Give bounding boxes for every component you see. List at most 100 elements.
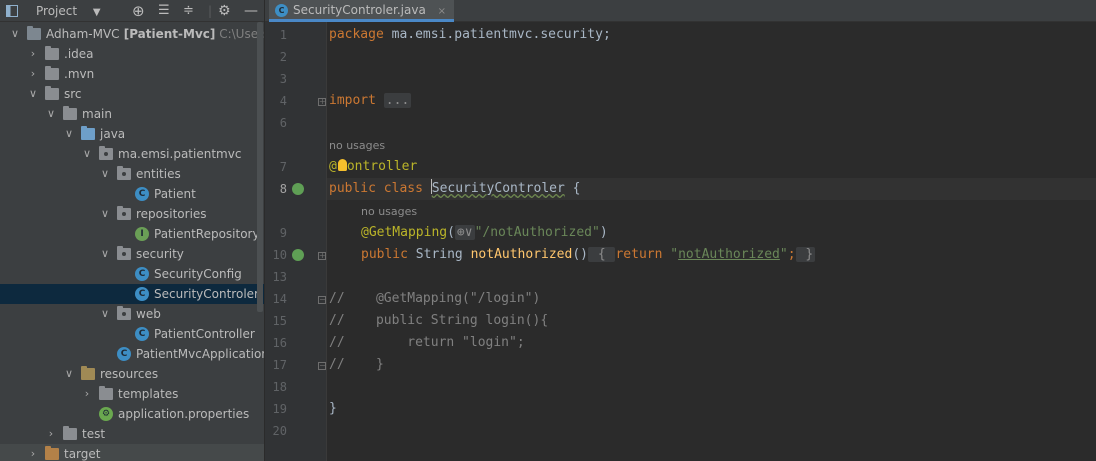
chevron-right-icon[interactable]: ›: [27, 44, 39, 64]
tree-item-label: SecurityConfig: [154, 264, 242, 284]
chevron-down-icon[interactable]: ∨: [99, 204, 111, 224]
code-editor[interactable]: package ma.emsi.patientmvc.security; imp…: [327, 22, 1096, 461]
tree-item-text: ma.emsi.patientmvc: [118, 147, 242, 161]
tree-item-text: PatientController: [154, 327, 255, 341]
hide-icon[interactable]: —: [244, 0, 258, 22]
gear-icon[interactable]: ⚙: [218, 0, 231, 22]
scrollbar[interactable]: [257, 22, 263, 312]
tree-item[interactable]: C Patient: [0, 184, 264, 204]
tree-item[interactable]: ∨ Adham-MVC [Patient-Mvc] C:\Users\as: [0, 24, 264, 44]
code-line-19: }: [329, 401, 337, 416]
tree-item[interactable]: ∨ ma.emsi.patientmvc: [0, 144, 264, 164]
chevron-right-icon[interactable]: ›: [27, 64, 39, 84]
usages-hint[interactable]: no usages: [329, 139, 385, 152]
lightbulb-icon[interactable]: [337, 159, 347, 171]
collapse-all-icon[interactable]: ≑: [183, 0, 194, 22]
chevron-down-icon[interactable]: ∨: [9, 24, 21, 44]
close-icon[interactable]: ×: [438, 6, 446, 17]
keyword: import: [329, 93, 376, 108]
tree-item[interactable]: › .mvn: [0, 64, 264, 84]
spring-boot-class-icon: C: [117, 347, 131, 361]
chevron-down-icon[interactable]: ∨: [99, 304, 111, 324]
tree-item-label: .mvn: [64, 64, 94, 84]
chevron-down-icon[interactable]: ∨: [63, 124, 75, 144]
tree-item-label: repositories: [136, 204, 207, 224]
tree-item[interactable]: ∨ resources: [0, 364, 264, 384]
tree-item[interactable]: › templates: [0, 384, 264, 404]
project-view-icon[interactable]: [6, 0, 18, 22]
tree-item[interactable]: C PatientMvcApplication: [0, 344, 264, 364]
folder-icon: [45, 46, 59, 60]
chevron-right-icon[interactable]: ›: [27, 444, 39, 461]
chevron-down-icon[interactable]: ∨: [99, 244, 111, 264]
fold-icon[interactable]: +: [318, 252, 326, 260]
module-name: [Patient-Mvc]: [119, 27, 216, 41]
code-line-4: import ...: [329, 90, 412, 112]
locate-icon[interactable]: ⊕: [132, 0, 145, 22]
tree-item[interactable]: ∨ web: [0, 304, 264, 324]
tree-item-text: resources: [100, 367, 159, 381]
class-icon: C: [135, 267, 149, 281]
line-number: 8: [279, 182, 287, 196]
code-line-15: // public String login(){: [329, 313, 549, 328]
tree-item[interactable]: ∨ java: [0, 124, 264, 144]
project-tool-window: Project ▼ ⊕ ☰ ≑ | ⚙ — ∨ Adham-MVC [Patien…: [0, 0, 264, 461]
code-line-14: // @GetMapping("/login"): [329, 291, 541, 306]
keyword: package: [329, 27, 384, 42]
tree-item[interactable]: › target: [0, 444, 264, 461]
tree-item-text: java: [100, 127, 126, 141]
spring-bean-icon[interactable]: [292, 183, 304, 195]
tree-item[interactable]: ⚙ application.properties: [0, 404, 264, 424]
project-view-selector[interactable]: Project ▼: [24, 0, 101, 22]
line-number: 18: [272, 380, 287, 394]
tree-item[interactable]: C SecurityControler: [0, 284, 264, 304]
tab-securitycontroler[interactable]: C SecurityControler.java ×: [269, 0, 455, 22]
tree-item[interactable]: ∨ security: [0, 244, 264, 264]
folded-body-open[interactable]: {: [588, 247, 616, 262]
tree-item[interactable]: I PatientRepository: [0, 224, 264, 244]
line-number: 17: [272, 358, 287, 372]
keyword: public: [361, 247, 416, 262]
chevron-right-icon[interactable]: ›: [45, 424, 57, 444]
line-number: 3: [279, 72, 287, 86]
type-name: String: [415, 247, 471, 262]
usages-hint[interactable]: no usages: [361, 205, 417, 218]
folded-imports[interactable]: ...: [383, 93, 412, 108]
tree-item-label: entities: [136, 164, 181, 184]
folded-body-close[interactable]: }: [795, 247, 816, 262]
tree-item[interactable]: › .idea: [0, 44, 264, 64]
properties-icon: ⚙: [99, 407, 113, 421]
tree-item-text: test: [82, 427, 106, 441]
tree-item-label: target: [64, 444, 101, 461]
package-icon: [117, 206, 131, 220]
fold-icon[interactable]: +: [318, 98, 326, 106]
line-number: 7: [279, 160, 287, 174]
spring-mapping-icon[interactable]: [292, 249, 304, 261]
globe-icon[interactable]: ⊕∨: [454, 225, 475, 240]
tree-item[interactable]: › test: [0, 424, 264, 444]
code-line-8: public class SecurityControler {: [329, 178, 580, 200]
fold-icon[interactable]: −: [318, 362, 326, 370]
tree-item[interactable]: ∨ repositories: [0, 204, 264, 224]
chevron-down-icon[interactable]: ∨: [99, 164, 111, 184]
chevron-down-icon[interactable]: ∨: [27, 84, 39, 104]
fold-icon[interactable]: −: [318, 296, 326, 304]
tree-item[interactable]: C PatientController: [0, 324, 264, 344]
string-literal: notAuthorized: [678, 247, 780, 262]
class-icon: C: [135, 287, 149, 301]
chevron-down-icon[interactable]: ∨: [45, 104, 57, 124]
code-line-9: @GetMapping(⊕∨ "/notAuthorized"): [361, 222, 608, 244]
tree-item-label: test: [82, 424, 105, 444]
chevron-down-icon[interactable]: ∨: [81, 144, 93, 164]
chevron-right-icon[interactable]: ›: [81, 384, 93, 404]
line-number: 14: [272, 292, 287, 306]
tree-item-label: security: [136, 244, 184, 264]
tree-item[interactable]: ∨ src: [0, 84, 264, 104]
tree-item-label: main: [82, 104, 112, 124]
chevron-down-icon[interactable]: ∨: [63, 364, 75, 384]
tree-item-label: resources: [100, 364, 158, 384]
tree-item[interactable]: ∨ entities: [0, 164, 264, 184]
tree-item[interactable]: C SecurityConfig: [0, 264, 264, 284]
expand-all-icon[interactable]: ☰: [158, 0, 170, 22]
tree-item[interactable]: ∨ main: [0, 104, 264, 124]
